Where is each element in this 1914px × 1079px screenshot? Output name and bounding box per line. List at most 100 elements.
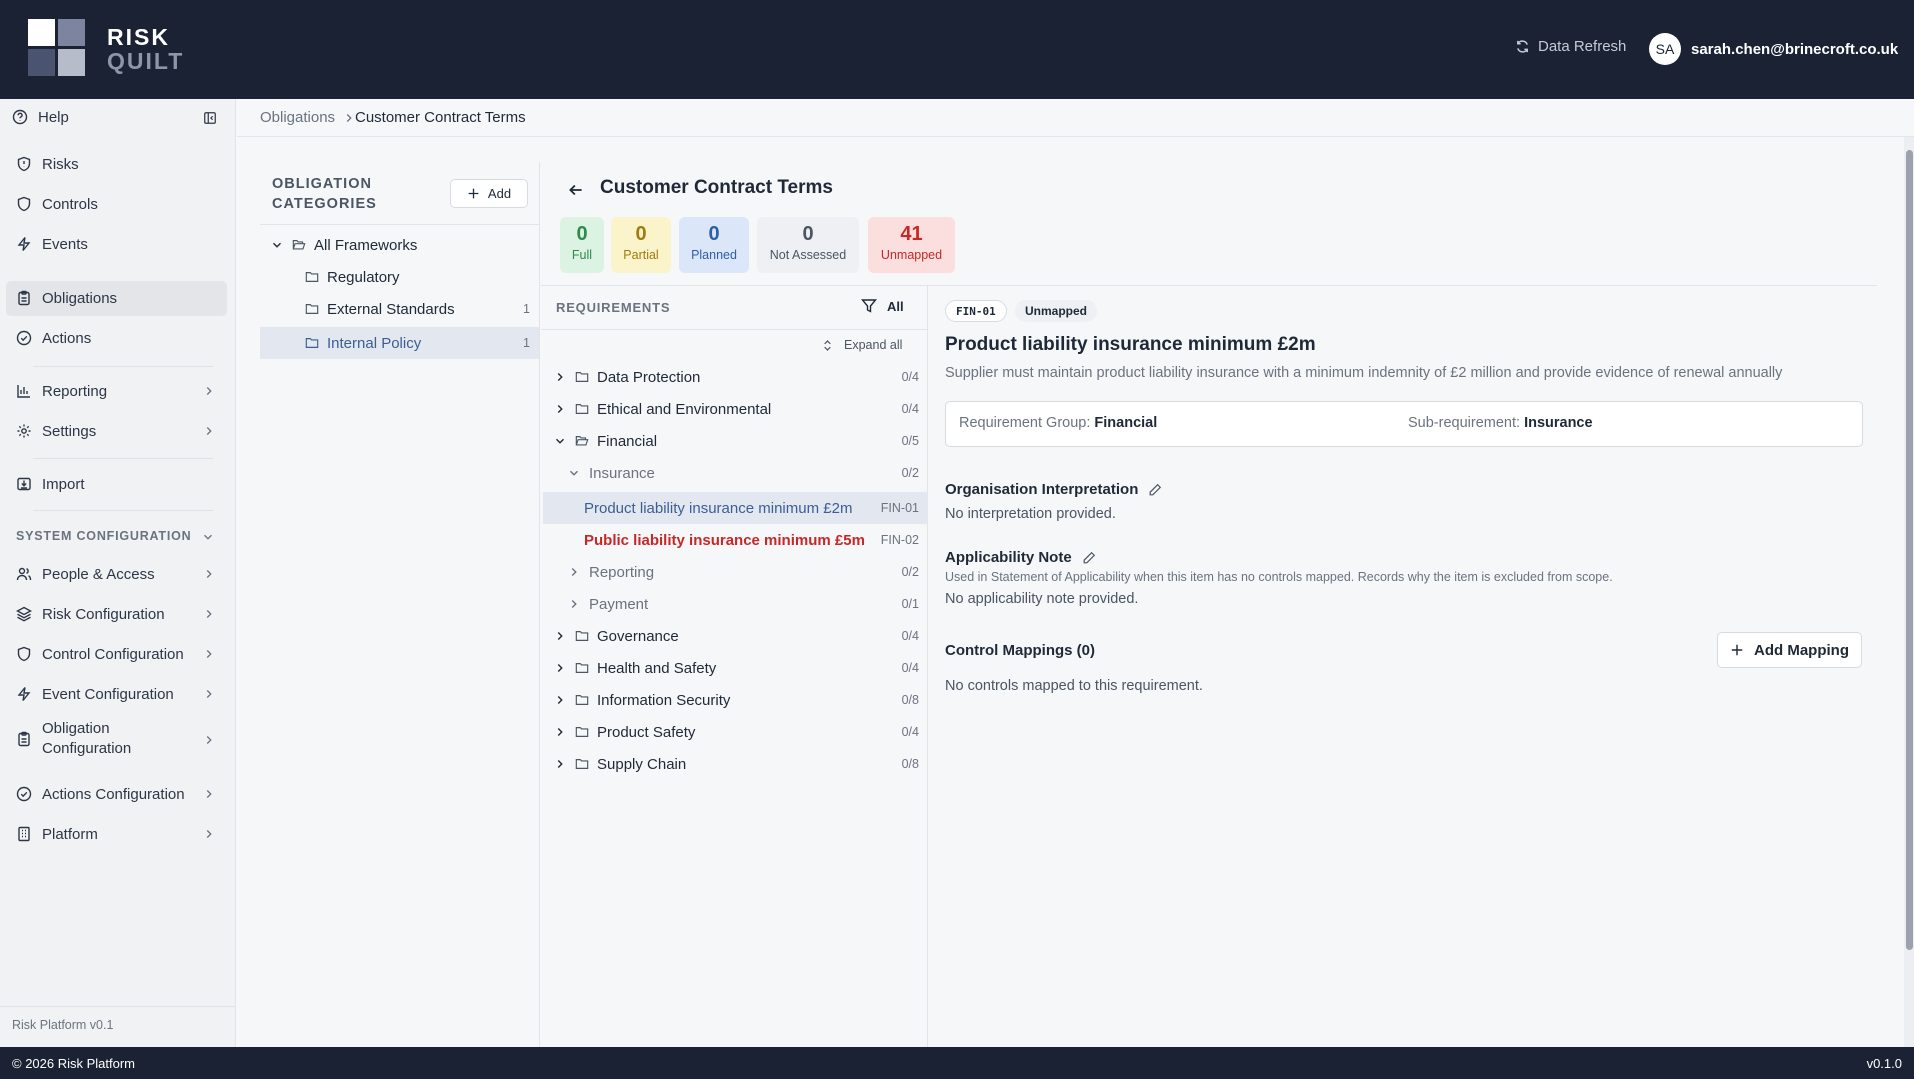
chevron-right-icon[interactable]: [567, 565, 581, 579]
req-count: 0/4: [901, 402, 919, 416]
chevron-right-icon: [206, 570, 212, 578]
chevron-down-icon[interactable]: [201, 530, 215, 544]
sidebar-item-import[interactable]: Import: [16, 467, 85, 501]
sidebar-item-controls[interactable]: Controls: [16, 187, 98, 221]
page-title: Customer Contract Terms: [600, 177, 833, 198]
chevron-down-icon[interactable]: [270, 238, 284, 252]
sidebar-item-obligation-configuration[interactable]: Obligation Configuration: [16, 718, 131, 760]
folder-icon: [575, 631, 589, 641]
requirement-group-box: Requirement Group: Financial Sub-require…: [945, 401, 1863, 447]
sidebar-item-platform[interactable]: Platform: [16, 817, 98, 851]
filter-icon: [861, 299, 877, 313]
req-item-fin-01[interactable]: Product liability insurance minimum £2m: [584, 492, 852, 524]
obligation-categories-panel: OBLIGATION CATEGORIES Add All Frameworks…: [260, 162, 540, 1047]
chevron-right-icon[interactable]: [553, 661, 567, 675]
category-regulatory[interactable]: Regulatory: [305, 261, 400, 293]
stat-planned[interactable]: 0 Planned: [679, 217, 749, 273]
divider: [33, 366, 213, 367]
category-external-standards[interactable]: External Standards: [305, 293, 455, 325]
category-internal-policy[interactable]: Internal Policy: [305, 327, 421, 359]
bar-chart-icon: [17, 385, 30, 398]
stat-not-assessed[interactable]: 0 Not Assessed: [757, 217, 859, 273]
stat-partial[interactable]: 0 Partial: [611, 217, 671, 273]
back-arrow-icon[interactable]: [567, 181, 585, 199]
category-all-frameworks[interactable]: All Frameworks: [270, 229, 417, 261]
folder-icon: [575, 727, 589, 737]
sidebar-item-risks[interactable]: Risks: [16, 147, 79, 181]
filter-button[interactable]: All: [861, 298, 904, 314]
applicability-help: Used in Statement of Applicability when …: [945, 570, 1613, 584]
help-link[interactable]: Help: [12, 100, 69, 134]
plus-icon: [468, 188, 479, 199]
sidebar-item-event-configuration[interactable]: Event Configuration: [16, 677, 174, 711]
chevron-right-icon[interactable]: [553, 402, 567, 416]
requirement-code-badge: FIN-01: [945, 300, 1007, 322]
sidebar-item-reporting[interactable]: Reporting: [16, 374, 107, 408]
req-item-fin-02[interactable]: Public liability insurance minimum £5m: [584, 524, 865, 556]
chevron-right-icon[interactable]: [553, 693, 567, 707]
req-subgroup-reporting[interactable]: Reporting: [567, 556, 654, 588]
platform-version: Risk Platform v0.1: [12, 1018, 114, 1032]
req-subgroup-insurance[interactable]: Insurance: [567, 457, 655, 489]
copyright: © 2026 Risk Platform: [12, 1056, 136, 1071]
folder-icon: [575, 695, 589, 705]
chevron-right-icon[interactable]: [553, 629, 567, 643]
pencil-icon[interactable]: [1148, 483, 1162, 497]
req-group-governance[interactable]: Governance: [553, 620, 679, 652]
chevron-down-icon[interactable]: [567, 466, 581, 480]
pencil-icon[interactable]: [1082, 551, 1096, 565]
req-group-financial[interactable]: Financial: [553, 425, 657, 457]
req-group-data-protection[interactable]: Data Protection: [553, 361, 700, 393]
req-subgroup-payment[interactable]: Payment: [567, 588, 648, 620]
logo-icon[interactable]: [28, 19, 86, 77]
avatar: SA: [1649, 33, 1681, 65]
req-group-supply-chain[interactable]: Supply Chain: [553, 748, 686, 780]
check-circle-icon: [16, 786, 32, 802]
user-menu[interactable]: SA sarah.chen@brinecroft.co.uk: [1649, 33, 1898, 65]
divider: [0, 1006, 236, 1007]
divider: [33, 510, 213, 511]
scrollbar-thumb[interactable]: [1906, 150, 1913, 950]
app-version: v0.1.0: [1866, 1056, 1902, 1071]
requirements-heading: REQUIREMENTS: [556, 300, 671, 315]
folder-icon: [305, 272, 319, 282]
footer: © 2026 Risk Platform v0.1.0: [0, 1047, 1914, 1079]
chevron-right-icon[interactable]: [553, 370, 567, 384]
collapse-sidebar-icon[interactable]: [203, 111, 217, 125]
add-category-button[interactable]: Add: [450, 179, 528, 208]
add-mapping-button[interactable]: Add Mapping: [1717, 632, 1862, 668]
system-configuration-heading[interactable]: SYSTEM CONFIGURATION: [16, 529, 192, 543]
sidebar-item-obligations[interactable]: Obligations: [16, 281, 117, 315]
sidebar-item-people-access[interactable]: People & Access: [16, 557, 155, 591]
chevron-right-icon[interactable]: [553, 725, 567, 739]
data-refresh-button[interactable]: Data Refresh: [1515, 38, 1626, 55]
folder-icon: [305, 304, 319, 314]
sidebar-item-actions-configuration[interactable]: Actions Configuration: [16, 777, 185, 811]
folder-icon: [575, 372, 589, 382]
sidebar-item-control-configuration[interactable]: Control Configuration: [16, 637, 184, 671]
chevron-down-icon[interactable]: [553, 434, 567, 448]
shield-outline-icon: [17, 646, 31, 662]
divider: [260, 224, 540, 225]
breadcrumb-obligations-link[interactable]: Obligations: [260, 109, 335, 126]
sidebar-item-settings[interactable]: Settings: [16, 414, 96, 448]
chevron-right-icon: [206, 387, 212, 395]
layers-icon: [16, 606, 32, 622]
expand-all-button[interactable]: Expand all: [821, 338, 902, 352]
sidebar-item-actions[interactable]: Actions: [16, 321, 91, 355]
stat-unmapped[interactable]: 41 Unmapped: [868, 217, 955, 273]
req-group-health-safety[interactable]: Health and Safety: [553, 652, 716, 684]
req-group-information-security[interactable]: Information Security: [553, 684, 730, 716]
req-count: 0/2: [901, 565, 919, 579]
clipboard-icon: [18, 290, 30, 306]
req-group-ethical-environmental[interactable]: Ethical and Environmental: [553, 393, 771, 425]
stat-full[interactable]: 0 Full: [560, 217, 604, 273]
sidebar-item-risk-configuration[interactable]: Risk Configuration: [16, 597, 165, 631]
refresh-icon: [1517, 40, 1528, 53]
req-group-product-safety[interactable]: Product Safety: [553, 716, 695, 748]
sidebar-item-events[interactable]: Events: [16, 227, 88, 261]
top-header: RISK QUILT Data Refresh SA sarah.chen@br…: [0, 0, 1914, 99]
plus-icon: [1731, 644, 1743, 656]
chevron-right-icon[interactable]: [567, 597, 581, 611]
chevron-right-icon[interactable]: [553, 757, 567, 771]
